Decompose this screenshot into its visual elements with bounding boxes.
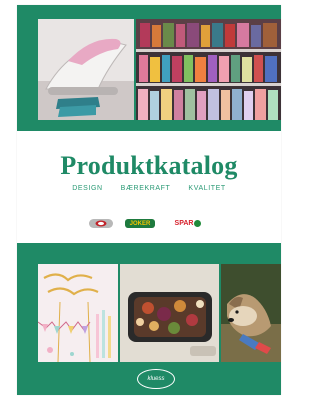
spar-logo: SPAR [167, 219, 209, 228]
catalog-cover: Produktkatalog DESIGN BÆREKRAFT KVALITET… [17, 5, 281, 395]
brand-logos: JOKER SPAR [17, 219, 281, 228]
company-logo-text: kluess [147, 376, 165, 382]
joker-logo: JOKER [125, 219, 155, 228]
tagline-kvalitet: KVALITET [188, 185, 226, 192]
page: Produktkatalog DESIGN BÆREKRAFT KVALITET… [0, 0, 284, 401]
spar-logo-text: SPAR [174, 220, 194, 227]
food-photo [120, 264, 219, 362]
dog-photo [221, 264, 281, 362]
tagline-design: DESIGN [72, 185, 103, 192]
party-photo [38, 264, 118, 362]
company-logo: kluess [137, 369, 175, 389]
spar-tree-icon [194, 220, 202, 227]
catalog-tagline: DESIGN BÆREKRAFT KVALITET [17, 185, 281, 192]
iron-photo [38, 19, 134, 120]
shelf-photo [136, 19, 281, 120]
tagline-baerekraft: BÆREKRAFT [120, 185, 171, 192]
catalog-title: Produktkatalog [60, 151, 238, 180]
brand-1-logo [89, 219, 113, 228]
